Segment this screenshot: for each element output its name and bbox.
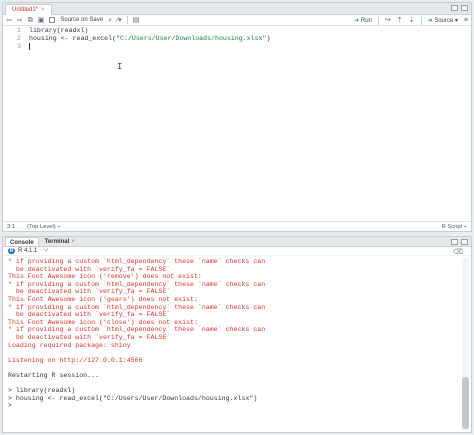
code-tools-wand-icon[interactable]: ⁄▾ — [117, 17, 122, 24]
code-line[interactable]: housing <- read_excel("C:/Users/User/Dow… — [29, 35, 471, 43]
console-line: > — [8, 402, 16, 410]
toolbar-divider — [126, 16, 128, 24]
pane-controls — [451, 239, 468, 245]
code-editor[interactable]: 1 2 3 library(readxl) housing <- read_ex… — [3, 27, 471, 222]
close-icon[interactable]: × — [71, 239, 75, 245]
console-line: be deactivated with `verify_fa = FALSE` — [8, 265, 171, 273]
source-arrow-icon: ➜ — [427, 18, 433, 24]
rerun-icon[interactable]: ↪ — [385, 17, 391, 24]
console-line: * if providing a custom `html_dependency… — [8, 280, 266, 288]
console-line: Restarting R session... — [8, 371, 100, 379]
file-type-selector[interactable]: R Script ÷ — [442, 224, 467, 230]
pane-controls — [451, 5, 468, 11]
clear-console-icon[interactable]: ⌫ — [453, 248, 463, 256]
compile-report-icon[interactable]: ▤ — [133, 17, 140, 24]
line-number: 2 — [17, 35, 21, 42]
tab-console[interactable]: Console — [5, 237, 39, 246]
minimize-pane-icon[interactable] — [451, 5, 458, 11]
source-label: Source — [434, 18, 454, 24]
console-line: > housing <- read_excel("C:/Users/User/D… — [8, 394, 258, 402]
console-line: This Font Awesome icon ('remove') does n… — [8, 273, 202, 281]
console-pane: Console Terminal × R R 4.1.1 · ~/ ⌫ * if … — [2, 236, 472, 433]
console-line: * if providing a custom `html_dependency… — [8, 326, 266, 334]
outline-menu-icon[interactable]: ≡ — [464, 17, 468, 24]
line-number: 1 — [17, 27, 21, 34]
line-number: 3 — [17, 43, 21, 50]
run-label: Run — [360, 18, 372, 24]
console-output[interactable]: * if providing a custom `html_dependency… — [8, 258, 457, 430]
r-logo-icon: R — [8, 248, 15, 254]
console-line: Loading required package: shiny — [8, 341, 131, 349]
console-tabbar: Console Terminal × — [3, 237, 471, 247]
source-tabbar: Untitled1* × — [3, 3, 471, 15]
console-line: * if providing a custom `html_dependency… — [8, 303, 266, 311]
source-on-save-label: Source on Save — [60, 17, 104, 23]
forward-arrow-icon[interactable]: ⇨ — [17, 17, 23, 24]
string-literal: "C:/Users/User/Downloads/housing.xlsx" — [116, 35, 267, 42]
toolbar-right: ➜ Run ↪ ⇡ ⇣ ➜ Source ▾ ≡ — [354, 15, 468, 26]
search-icon[interactable]: ⌕ — [108, 17, 112, 24]
text-cursor — [29, 43, 30, 50]
console-line: * if providing a custom `html_dependency… — [8, 258, 266, 265]
editor-statusbar: 3:1 (Top Level) ÷ R Script ÷ — [3, 221, 471, 231]
code-lines[interactable]: library(readxl) housing <- read_excel("C… — [29, 27, 471, 51]
scope-selector[interactable]: (Top Level) ÷ — [27, 224, 60, 230]
source-button[interactable]: ➜ Source ▾ — [428, 17, 458, 24]
close-icon[interactable]: × — [41, 5, 45, 15]
save-icon[interactable]: ▣ — [38, 17, 45, 24]
tab-terminal-label: Terminal — [44, 239, 70, 245]
console-line: be deactivated with `verify_fa = FALSE` — [8, 311, 171, 319]
toolbar-divider — [377, 16, 379, 25]
run-arrow-icon: ➜ — [354, 18, 360, 24]
navigate-down-icon[interactable]: ⇣ — [409, 17, 415, 24]
tab-terminal[interactable]: Terminal × — [41, 237, 79, 246]
source-pane: Untitled1* × ⇦ ⇨ ⧉ ▣ Source on Save ⌕ ⁄▾… — [2, 2, 472, 232]
working-directory[interactable]: · ~/ — [40, 248, 47, 254]
line-number-gutter: 1 2 3 — [3, 27, 25, 222]
maximize-pane-icon[interactable] — [461, 239, 468, 245]
tab-untitled1[interactable]: Untitled1* × — [5, 4, 52, 15]
tab-console-label: Console — [10, 240, 34, 246]
ibeam-mouse-cursor: I — [117, 62, 123, 72]
toolbar-divider — [420, 16, 422, 25]
source-on-save-checkbox[interactable] — [49, 17, 56, 23]
show-in-window-icon[interactable]: ⧉ — [28, 17, 33, 24]
console-line: > library(readxl) — [8, 387, 76, 395]
code-line[interactable]: library(readxl) — [29, 27, 471, 35]
tab-label: Untitled1* — [12, 7, 39, 13]
code-token: ) — [266, 35, 271, 42]
console-header: R R 4.1.1 · ~/ — [3, 247, 471, 256]
maximize-pane-icon[interactable] — [461, 5, 468, 11]
minimize-pane-icon[interactable] — [451, 239, 458, 245]
cursor-position: 3:1 — [7, 223, 16, 230]
code-line[interactable] — [29, 43, 471, 51]
navigate-up-icon[interactable]: ⇡ — [397, 17, 403, 24]
console-line: be deactivated with `verify_fa = FALSE` — [8, 288, 171, 296]
console-line: This Font Awesome icon ('close') does no… — [8, 318, 198, 326]
code-token: housing <- read_excel( — [29, 35, 117, 42]
r-version: R 4.1.1 — [18, 248, 38, 254]
console-line: be deactivated with `verify_fa = FALSE` — [8, 333, 171, 341]
back-arrow-icon[interactable]: ⇦ — [6, 17, 12, 24]
console-scrollbar-thumb[interactable] — [462, 377, 469, 429]
source-toolbar: ⇦ ⇨ ⧉ ▣ Source on Save ⌕ ⁄▾ ▤ ➜ Run ↪ ⇡ … — [3, 15, 471, 26]
console-line: This Font Awesome icon ('gears') does no… — [8, 295, 198, 303]
console-line: Listening on http://127.0.0.1:4566 — [8, 356, 143, 364]
run-button[interactable]: ➜ Run — [354, 17, 372, 24]
